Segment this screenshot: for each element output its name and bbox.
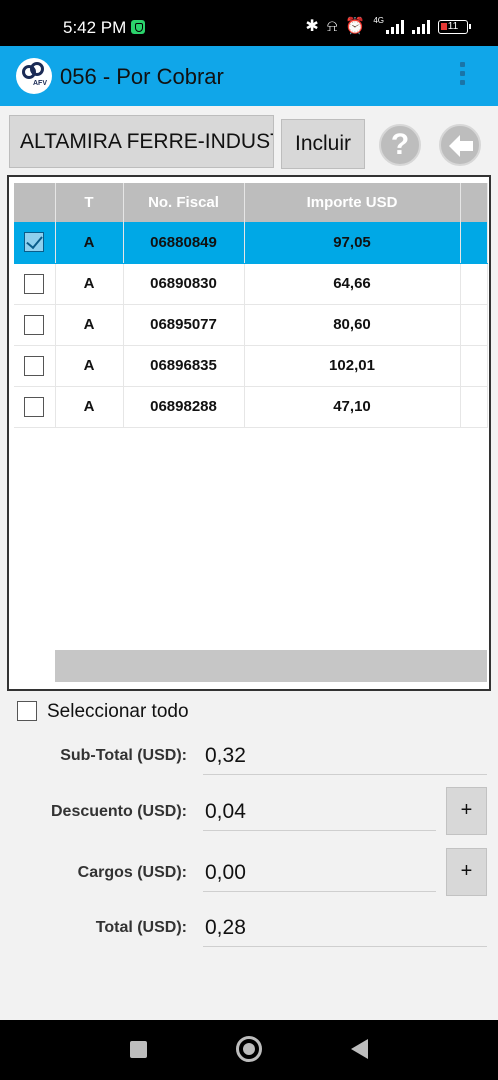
row-fiscal: 06895077 [123,304,245,346]
logo-text: AFV [33,80,47,87]
table-row[interactable]: A 06895077 80,60 [14,304,488,346]
table-header-row: T No. Fiscal Importe USD [14,183,488,222]
charges-label: Cargos (USD): [77,864,187,881]
discount-label: Descuento (USD): [50,803,187,820]
total-value: 0,28 [205,916,246,939]
battery-level: 11 [447,21,459,32]
signal-icon [412,20,430,34]
row-checkbox[interactable] [24,396,45,417]
row-fiscal: 06898288 [123,386,245,428]
network-type-label: 4G [373,16,384,25]
row-fiscal: 06890830 [123,263,245,305]
page-title: 056 - Por Cobrar [60,64,224,89]
row-importe: 47,10 [244,386,461,428]
row-tipo: A [55,386,124,428]
header-importe[interactable]: Importe USD [244,183,461,222]
alarm-icon: ⏰ [345,18,366,35]
row-checkbox[interactable] [24,232,45,253]
subtotal-value: 0,32 [205,744,246,767]
mute-icon: ⍾ [326,18,338,35]
table-row[interactable]: A 06890830 64,66 [14,263,488,305]
row-importe: 97,05 [244,222,461,264]
table-row[interactable]: A 06896835 102,01 [14,345,488,387]
client-name-field[interactable]: ALTAMIRA FERRE-INDUSTRIAL [9,115,274,168]
bluetooth-icon: ✱ [305,18,319,35]
row-importe: 102,01 [244,345,461,387]
help-glyph: ? [390,128,410,161]
header-spacer [460,183,488,222]
app-bar: AFV 056 - Por Cobrar [0,46,498,106]
charges-underline [203,891,436,892]
row-importe: 64,66 [244,263,461,305]
row-tipo: A [55,263,124,305]
overflow-menu-icon[interactable] [455,62,469,92]
horizontal-scrollbar[interactable] [55,650,487,682]
charges-value[interactable]: 0,00 [205,861,246,885]
status-bar: 5:42 PM ✱ ⍾ ⏰ 4G 11 [0,0,498,46]
table-row[interactable]: A 06898288 47,10 [14,386,488,428]
nav-back-icon[interactable] [351,1039,368,1059]
discount-value[interactable]: 0,04 [205,800,246,824]
header-fiscal[interactable]: No. Fiscal [123,183,245,222]
shield-icon [131,20,145,34]
include-button[interactable]: Incluir [281,119,365,169]
total-label: Total (USD): [95,919,187,936]
subtotal-underline [203,774,487,775]
discount-underline [203,830,436,831]
row-fiscal: 06896835 [123,345,245,387]
signal-icon [386,20,404,34]
select-all-checkbox[interactable] [17,701,37,721]
row-checkbox[interactable] [24,273,45,294]
row-tipo: A [55,304,124,346]
app-logo: AFV [16,58,52,94]
home-icon[interactable] [236,1036,262,1062]
row-importe: 80,60 [244,304,461,346]
row-tipo: A [55,222,124,264]
help-icon[interactable]: ? [379,124,421,166]
add-discount-button[interactable]: + [446,787,487,835]
row-checkbox[interactable] [24,355,45,376]
invoice-table: T No. Fiscal Importe USD A 06880849 97,0… [14,183,488,428]
status-icons: ✱ ⍾ ⏰ 4G 11 [305,16,471,37]
total-underline [203,946,487,947]
status-time: 5:42 PM [63,18,127,37]
invoice-table-frame: T No. Fiscal Importe USD A 06880849 97,0… [7,175,491,691]
table-row[interactable]: A 06880849 97,05 [14,222,488,264]
row-checkbox[interactable] [24,314,45,335]
subtotal-label: Sub-Total (USD): [60,747,187,764]
add-charges-button[interactable]: + [446,848,487,896]
header-tipo[interactable]: T [55,183,124,222]
recents-icon[interactable] [130,1041,147,1058]
battery-icon: 11 [438,20,471,34]
row-tipo: A [55,345,124,387]
row-fiscal: 06880849 [123,222,245,264]
back-arrow-icon[interactable] [439,124,481,166]
select-all-label[interactable]: Seleccionar todo [47,701,189,723]
header-checkbox [14,183,56,222]
